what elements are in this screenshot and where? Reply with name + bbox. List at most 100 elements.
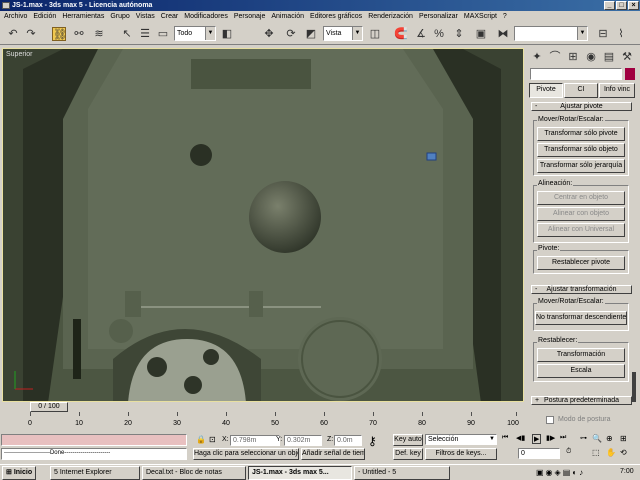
arc-rotate-icon[interactable]: ⟲: [620, 448, 627, 457]
reset-pivot-button[interactable]: Restablecer pivote: [537, 256, 625, 270]
menu-archivo[interactable]: Archivo: [0, 11, 29, 23]
affect-object-only-button[interactable]: Transformar sólo objeto: [537, 143, 625, 157]
start-button[interactable]: ⊞ Inicio: [2, 466, 36, 480]
object-color-swatch[interactable]: [625, 68, 635, 80]
hierarchy-tab-icon[interactable]: ⊞: [566, 50, 580, 64]
move-icon[interactable]: ✥: [262, 27, 276, 41]
menu-help[interactable]: ?: [499, 11, 509, 23]
go-to-end-icon[interactable]: ⏭: [560, 434, 566, 442]
pan-icon[interactable]: ✋: [606, 448, 616, 457]
snap-icon[interactable]: 🧲: [394, 27, 408, 41]
add-time-tag-button[interactable]: Añadir señal de tiem: [301, 448, 365, 460]
set-key-button[interactable]: Def. key: [393, 448, 423, 460]
next-frame-icon[interactable]: ▮▶: [546, 434, 555, 442]
mirror-icon[interactable]: ⧓: [496, 27, 510, 41]
select-object-icon[interactable]: ↖: [120, 27, 134, 41]
rollout-adjust-transform[interactable]: - Ajustar transformación: [531, 285, 632, 294]
scale-icon[interactable]: ◩: [304, 27, 318, 41]
named-selection-icon[interactable]: ▣: [474, 27, 488, 41]
key-filters-button[interactable]: Filtros de keys...: [425, 448, 497, 460]
time-slider-thumb[interactable]: 0 / 100: [30, 402, 68, 412]
center-to-object-button[interactable]: Centrar en objeto: [537, 191, 625, 205]
rollout-skin-pose[interactable]: + Postura predeterminada: [531, 396, 632, 405]
z-coordinate-field[interactable]: 0.0m: [334, 435, 362, 446]
rectangular-selection-icon[interactable]: ▭: [156, 27, 170, 41]
object-name-field[interactable]: [530, 68, 622, 80]
menu-grupo[interactable]: Grupo: [106, 11, 131, 23]
modify-tab-icon[interactable]: ⌒: [548, 50, 562, 64]
maxscript-listener-mini[interactable]: [1, 434, 187, 446]
minimize-button[interactable]: _: [604, 1, 615, 10]
tab-pivote[interactable]: Pivote: [529, 83, 563, 98]
align-to-object-button[interactable]: Alinear con objeto: [537, 207, 625, 221]
menu-editores-graficos[interactable]: Editores gráficos: [306, 11, 364, 23]
tab-link-info[interactable]: Info vinc: [599, 83, 635, 98]
menu-renderizacion[interactable]: Renderización: [364, 11, 415, 23]
tab-ik[interactable]: CI: [564, 83, 598, 98]
menu-personaje[interactable]: Personaje: [230, 11, 268, 23]
curve-editor-icon[interactable]: ⌇: [614, 27, 628, 41]
menu-edicion[interactable]: Edición: [29, 11, 58, 23]
time-config-icon[interactable]: ⏱: [566, 448, 571, 456]
angle-snap-icon[interactable]: ∡: [414, 27, 428, 41]
window-crossing-icon[interactable]: ◧: [220, 27, 234, 41]
menu-vistas[interactable]: Vistas: [132, 11, 157, 23]
track-bar[interactable]: 0 10 20 30 40 50 60 70 80 90 100: [0, 412, 525, 432]
taskbar-item-untitled[interactable]: - Untitled - 5: [354, 466, 450, 480]
region-zoom-icon[interactable]: ⬚: [592, 448, 600, 457]
key-icon[interactable]: ⚷: [368, 435, 377, 447]
unlink-icon[interactable]: ⚯: [72, 27, 86, 41]
time-slider-track[interactable]: 0 / 100: [0, 402, 525, 412]
go-to-start-icon[interactable]: ⏮: [502, 434, 508, 442]
taskbar-item-notepad[interactable]: Decal.txt - Bloc de notas: [142, 466, 246, 480]
lock-selection-icon[interactable]: 🔒: [196, 435, 206, 444]
create-tab-icon[interactable]: ✦: [530, 50, 544, 64]
auto-key-button[interactable]: Key auto: [393, 434, 423, 446]
menu-personalizar[interactable]: Personalizar: [415, 11, 460, 23]
app-icon[interactable]: [2, 2, 10, 9]
rotate-icon[interactable]: ⟳: [284, 27, 298, 41]
select-by-name-icon[interactable]: ☰: [138, 27, 152, 41]
viewport-label[interactable]: Superior: [6, 51, 32, 58]
menu-modificadores[interactable]: Modificadores: [180, 11, 230, 23]
close-button[interactable]: ×: [628, 1, 639, 10]
current-frame-field[interactable]: 0: [518, 448, 560, 459]
affect-hierarchy-only-button[interactable]: Transformar sólo jerarquía: [537, 159, 625, 173]
display-tab-icon[interactable]: ▤: [602, 50, 616, 64]
taskbar-item-3dsmax[interactable]: JS-1.max - 3ds max 5...: [248, 466, 352, 480]
bind-space-warp-icon[interactable]: ≋: [92, 27, 106, 41]
menu-animacion[interactable]: Animación: [267, 11, 306, 23]
zoom-icon[interactable]: 🔍: [592, 434, 602, 443]
reset-scale-button[interactable]: Escala: [537, 364, 625, 378]
maxscript-output[interactable]: -----------------------Done-------------…: [1, 448, 187, 460]
play-icon[interactable]: ▶: [532, 434, 542, 444]
menu-maxscript[interactable]: MAXScript: [460, 11, 499, 23]
named-selection-set-dropdown[interactable]: ▼: [514, 26, 588, 41]
maximize-button[interactable]: □: [616, 1, 627, 10]
key-mode-toggle-icon[interactable]: ⊶: [580, 434, 587, 442]
menu-herramientas[interactable]: Herramientas: [58, 11, 106, 23]
reset-transform-button[interactable]: Transformación: [537, 348, 625, 362]
system-tray-icons[interactable]: ▣◉◈▤◐♪: [536, 468, 585, 477]
redo-icon[interactable]: ↷: [24, 27, 38, 41]
menu-crear[interactable]: Crear: [157, 11, 181, 23]
taskbar-item-internet-explorer[interactable]: 5 Internet Explorer: [50, 466, 140, 480]
zoom-extents-icon[interactable]: ⊞: [620, 434, 627, 443]
pivot-center-icon[interactable]: ◫: [368, 27, 382, 41]
percent-snap-icon[interactable]: %: [432, 27, 446, 41]
selection-filter-dropdown[interactable]: Todo ▼: [174, 26, 216, 41]
affect-pivot-only-button[interactable]: Transformar sólo pivote: [537, 127, 625, 141]
motion-tab-icon[interactable]: ◉: [584, 50, 598, 64]
viewport-top[interactable]: Superior: [2, 48, 524, 402]
reference-coord-dropdown[interactable]: Vista ▼: [323, 26, 363, 41]
select-link-icon[interactable]: ⛓: [52, 27, 67, 41]
absolute-mode-icon[interactable]: ⊡: [209, 435, 216, 444]
dont-affect-children-button[interactable]: No transformar descendientes: [535, 311, 627, 325]
x-coordinate-field[interactable]: 0.798m: [230, 435, 280, 446]
key-mode-dropdown[interactable]: Selección ▼: [425, 434, 497, 445]
y-coordinate-field[interactable]: 0.302m: [284, 435, 322, 446]
previous-frame-icon[interactable]: ◀▮: [516, 434, 525, 442]
rollout-adjust-pivot[interactable]: - Ajustar pivote: [531, 102, 632, 111]
undo-icon[interactable]: ↶: [6, 27, 20, 41]
align-to-world-button[interactable]: Alinear con Universal: [537, 223, 625, 237]
